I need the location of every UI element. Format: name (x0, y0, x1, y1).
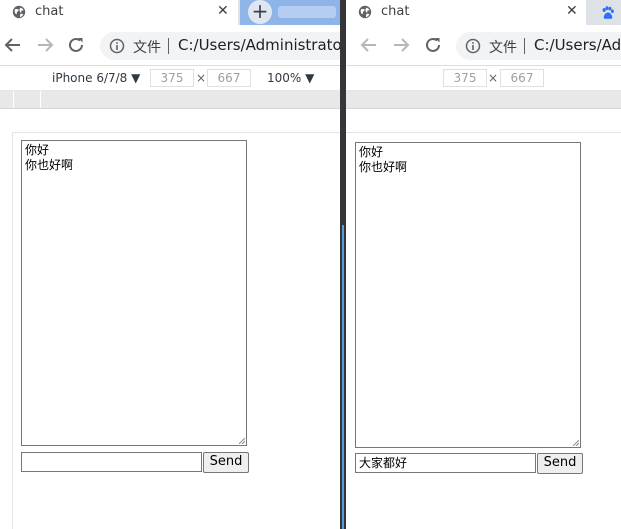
splitter-accent (342, 225, 344, 529)
zoom-select[interactable]: 100% ▼ (267, 71, 314, 85)
chat-message: 你也好啊 (359, 160, 408, 174)
tab-strip: chat ✕ + (0, 0, 340, 25)
chat-page: 你好 你也好啊 大家都好 Send (346, 132, 621, 529)
left-browser-window: chat ✕ + 文件 C:/Users/Administrator/ iPho… (0, 0, 340, 529)
chat-page: 你好 你也好啊 Send (12, 132, 340, 529)
address-bar[interactable]: 文件 C:/Users/Administrator/ (100, 32, 340, 60)
baidu-paw-icon (602, 6, 614, 19)
ruler-segment[interactable] (14, 91, 41, 108)
chat-log-textarea[interactable]: 你好 你也好啊 (21, 140, 247, 446)
globe-icon (358, 5, 372, 19)
viewport-height-field[interactable]: 667 (207, 69, 251, 87)
back-arrow-icon[interactable] (4, 36, 22, 54)
url-text[interactable]: C:/Users/Adm (534, 36, 621, 54)
resize-grip-icon[interactable] (573, 440, 579, 446)
right-browser-window: chat ✕ 文件 C:/Users/Ad 375 × 667 你好 你也好啊 … (346, 0, 621, 529)
tab-chat[interactable]: chat ✕ (0, 0, 238, 25)
media-query-ruler (346, 91, 621, 109)
browser-toolbar: 文件 C:/Users/Administrator/ (0, 25, 340, 66)
tab-title: chat (381, 4, 410, 19)
tab-title: chat (35, 4, 64, 19)
chat-log-textarea[interactable]: 你好 你也好啊 (355, 142, 581, 448)
blurred-tab-label (278, 6, 336, 18)
tab-strip: chat ✕ (346, 0, 621, 25)
url-text[interactable]: C:/Users/Administrator/ (178, 36, 340, 54)
info-icon[interactable] (109, 38, 125, 54)
emulated-viewport: 你好 你也好啊 Send (0, 109, 340, 529)
chat-message: 你也好啊 (25, 158, 74, 172)
dimension-separator: × (488, 71, 499, 85)
chat-message: 你好 (25, 143, 50, 157)
message-input[interactable]: 大家都好 (355, 453, 536, 473)
viewport-height-field[interactable]: 667 (500, 69, 544, 87)
file-label: 文件 (133, 40, 161, 56)
dimension-separator: × (196, 71, 207, 85)
emulated-viewport: 你好 你也好啊 大家都好 Send (346, 109, 621, 529)
close-icon[interactable]: ✕ (566, 3, 578, 19)
info-icon[interactable] (465, 38, 481, 54)
omnibox-divider (168, 38, 169, 54)
ruler-segment[interactable] (0, 91, 14, 108)
media-query-ruler (0, 91, 340, 109)
reload-icon[interactable] (424, 36, 442, 54)
send-button[interactable]: Send (537, 453, 583, 474)
file-label: 文件 (489, 40, 517, 56)
send-button[interactable]: Send (203, 452, 249, 473)
message-input[interactable] (21, 452, 202, 472)
plus-icon[interactable]: + (248, 0, 272, 24)
browser-toolbar: 文件 C:/Users/Adm (346, 25, 621, 66)
resize-grip-icon[interactable] (239, 438, 245, 444)
device-toolbar: iPhone 6/7/8 ▼ 375 × 667 100% ▼ (0, 66, 340, 91)
tab-chat[interactable]: chat ✕ (346, 0, 586, 25)
forward-arrow-icon[interactable] (392, 36, 410, 54)
reload-icon[interactable] (67, 36, 85, 54)
back-arrow-icon[interactable] (360, 36, 378, 54)
viewport-width-field[interactable]: 375 (150, 69, 194, 87)
address-bar[interactable]: 文件 C:/Users/Adm (456, 32, 621, 60)
new-tab-area: + (240, 0, 340, 25)
close-icon[interactable]: ✕ (217, 3, 229, 19)
device-toolbar: 375 × 667 (346, 66, 621, 91)
chat-message: 你好 (359, 145, 384, 159)
tab-baidu[interactable] (588, 0, 621, 25)
forward-arrow-icon[interactable] (36, 36, 54, 54)
device-select[interactable]: iPhone 6/7/8 ▼ (52, 71, 140, 85)
viewport-width-field[interactable]: 375 (443, 69, 487, 87)
omnibox-divider (524, 38, 525, 54)
globe-icon (12, 5, 26, 19)
